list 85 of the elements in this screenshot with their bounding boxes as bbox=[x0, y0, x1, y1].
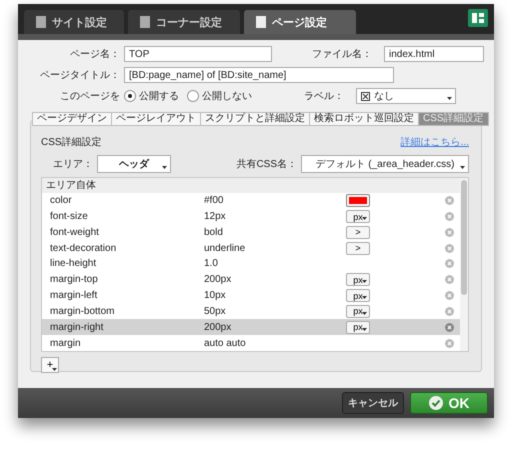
property-name: font-weight bbox=[50, 226, 100, 238]
group-header: エリア自体 bbox=[42, 178, 460, 193]
property-name: margin-bottom bbox=[50, 306, 116, 317]
delete-icon[interactable] bbox=[445, 306, 454, 316]
property-name: line-height bbox=[50, 258, 98, 270]
checkmark-icon bbox=[428, 396, 442, 410]
document-icon bbox=[256, 16, 266, 28]
caret-icon bbox=[362, 296, 367, 300]
property-name: font-size bbox=[50, 211, 89, 222]
input-field[interactable]: TOP bbox=[124, 46, 272, 62]
delete-icon[interactable] bbox=[445, 275, 454, 284]
property-name: text-decoration bbox=[50, 242, 118, 254]
property-name: color bbox=[50, 195, 73, 206]
layout-button[interactable] bbox=[468, 9, 488, 27]
arrow-button[interactable]: > bbox=[346, 226, 370, 239]
property-value: 200px bbox=[204, 274, 232, 286]
radio-option[interactable]: 公開する bbox=[124, 89, 179, 103]
radio-option[interactable]: 公開しない bbox=[187, 89, 252, 103]
property-name: margin-right bbox=[50, 322, 104, 333]
input-field[interactable]: index.html bbox=[384, 46, 484, 62]
document-icon bbox=[140, 16, 150, 28]
delete-icon[interactable] bbox=[445, 259, 454, 268]
field-label: ファイル名： bbox=[311, 48, 373, 61]
property-value: #f00 bbox=[204, 195, 224, 206]
property-value: underline bbox=[204, 242, 246, 254]
radio-label: 公開する bbox=[139, 90, 179, 103]
unit-dropdown[interactable]: px bbox=[346, 289, 370, 302]
property-name: margin-left bbox=[50, 290, 98, 302]
delete-icon[interactable] bbox=[445, 338, 454, 348]
sub-tab[interactable]: ページデザイン bbox=[32, 112, 112, 126]
delete-icon[interactable] bbox=[445, 196, 454, 206]
property-name: margin bbox=[50, 338, 82, 349]
top-tab[interactable]: コーナー設定 bbox=[128, 10, 240, 34]
sub-tab[interactable]: ページレイアウト bbox=[112, 112, 201, 126]
area-dropdown[interactable]: ヘッダ bbox=[97, 155, 171, 173]
unit-dropdown[interactable]: px bbox=[346, 320, 370, 334]
top-tab[interactable]: ページ設定 bbox=[244, 10, 356, 34]
crossed-box-icon bbox=[361, 92, 370, 100]
property-value: auto auto bbox=[204, 338, 247, 349]
field-label: ラベル： bbox=[303, 90, 345, 103]
table-row[interactable]: margin-bottom 50px px bbox=[42, 304, 460, 320]
field-label: 共有CSS名： bbox=[235, 158, 298, 171]
color-swatch[interactable] bbox=[346, 194, 370, 208]
field-label: このページを bbox=[59, 90, 121, 103]
property-name: margin-top bbox=[50, 274, 99, 286]
scrollbar[interactable] bbox=[460, 178, 468, 351]
delete-icon[interactable] bbox=[445, 322, 454, 332]
delete-icon[interactable] bbox=[445, 212, 454, 222]
unit-dropdown[interactable]: px bbox=[346, 210, 370, 224]
sub-tab[interactable]: スクリプトと詳細設定 bbox=[201, 112, 310, 126]
cancel-button[interactable]: キャンセル bbox=[342, 392, 404, 414]
field-label: ページ名： bbox=[69, 48, 121, 61]
delete-icon[interactable] bbox=[445, 228, 454, 237]
add-button[interactable]: + bbox=[41, 357, 59, 373]
caret-icon bbox=[447, 97, 452, 100]
shared-css-dropdown[interactable]: デフォルト (_area_header.css) bbox=[301, 155, 469, 173]
unit-dropdown[interactable]: px bbox=[346, 273, 370, 286]
caret-icon bbox=[362, 217, 367, 220]
caret-icon bbox=[52, 368, 57, 371]
input-field[interactable]: [BD:page_name] of [BD:site_name] bbox=[124, 67, 394, 83]
delete-icon[interactable] bbox=[445, 244, 454, 253]
property-value: 50px bbox=[204, 306, 227, 317]
caret-icon bbox=[162, 166, 167, 169]
field-label: ページタイトル： bbox=[39, 69, 121, 82]
delete-icon[interactable] bbox=[445, 291, 454, 300]
sub-tab[interactable]: 検索ロボット巡回設定 bbox=[310, 112, 419, 126]
caret-icon bbox=[362, 312, 367, 315]
property-value: 200px bbox=[204, 322, 232, 333]
property-value: 10px bbox=[204, 290, 227, 302]
arrow-button[interactable]: > bbox=[346, 242, 370, 255]
table-row[interactable]: margin-right 200px px bbox=[42, 319, 460, 336]
property-value: 1.0 bbox=[204, 258, 219, 270]
caret-icon bbox=[362, 328, 367, 331]
caret-icon bbox=[460, 166, 465, 169]
radio-label: 公開しない bbox=[202, 90, 252, 103]
property-value: 12px bbox=[204, 211, 227, 222]
top-tab[interactable]: サイト設定 bbox=[24, 10, 124, 34]
panel-title: CSS詳細設定 bbox=[41, 136, 102, 149]
caret-icon bbox=[362, 280, 367, 284]
layout-icon bbox=[472, 13, 484, 23]
label-dropdown[interactable]: なし bbox=[356, 88, 456, 104]
unit-dropdown[interactable]: px bbox=[346, 304, 370, 318]
property-value: bold bbox=[204, 226, 224, 238]
document-icon bbox=[36, 16, 46, 28]
field-label: エリア： bbox=[53, 158, 94, 171]
